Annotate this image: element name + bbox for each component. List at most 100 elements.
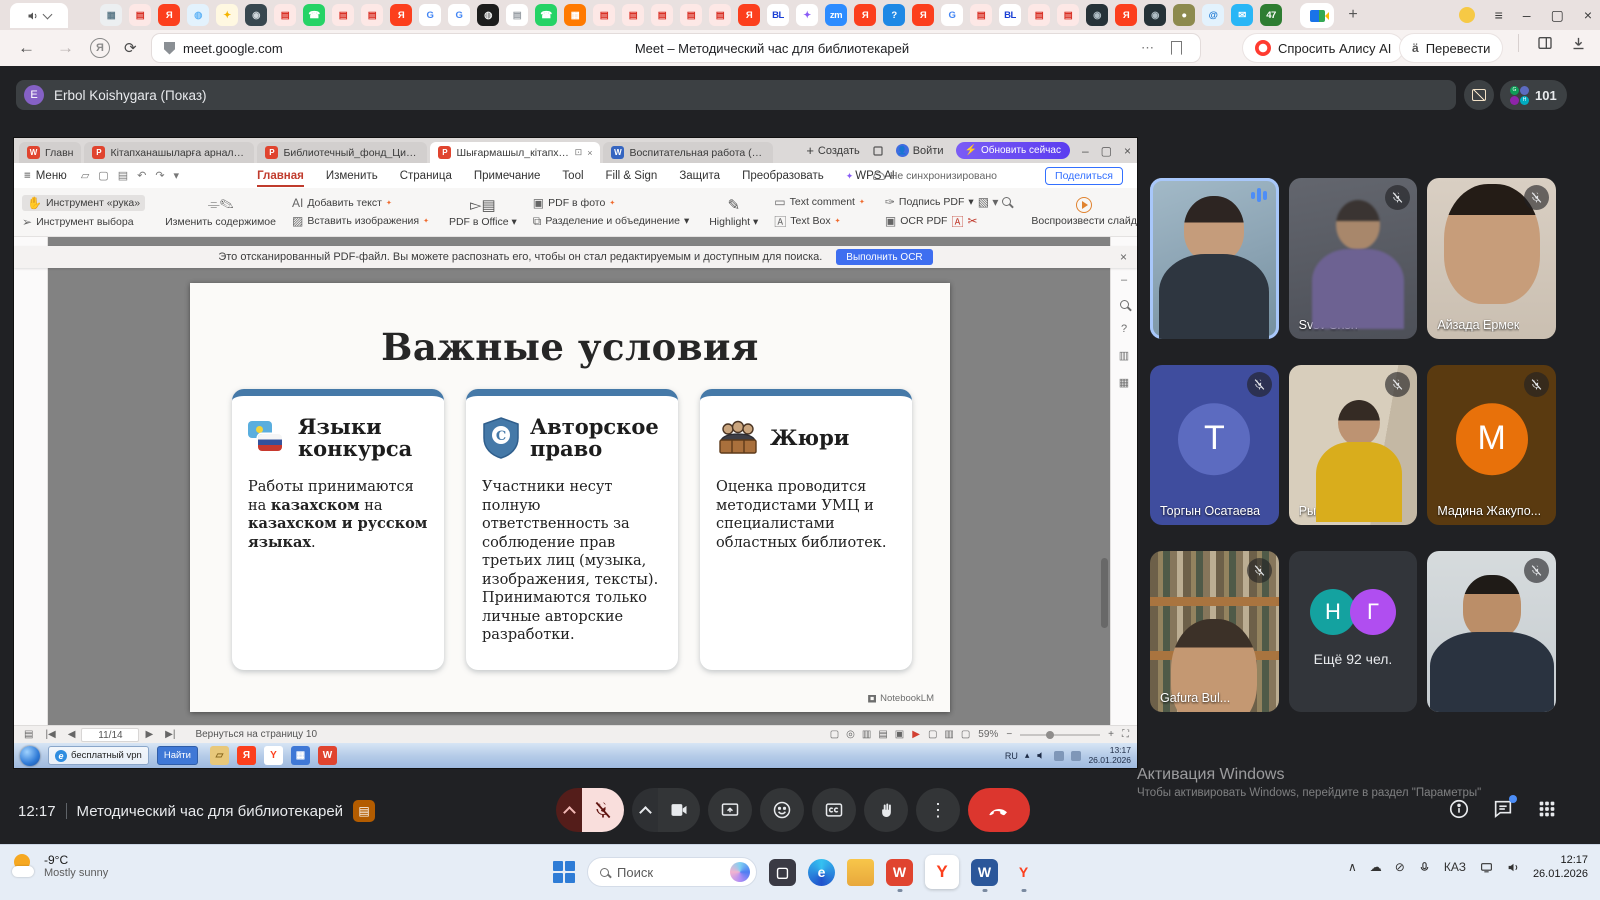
split-merge-button[interactable]: ⧉Разделение и объединение▾ [533,214,689,229]
pinned-tab[interactable]: ? [883,4,905,26]
help-icon[interactable]: ? [1121,323,1127,335]
pinned-tab[interactable]: ◍ [187,4,209,26]
forward-button[interactable]: → [57,38,74,58]
taskbar-search[interactable]: Поиск [587,857,757,887]
meeting-details-icon[interactable] [1448,798,1470,820]
pinned-tab[interactable]: Я [158,4,180,26]
taskbar-app-icon[interactable]: Y [264,746,283,765]
shared-clock[interactable]: 13:1726.01.2026 [1088,746,1131,766]
app-icon-wps[interactable]: W [886,859,913,886]
undo-icon[interactable]: ↶ [137,169,146,182]
language-indicator[interactable]: RU [1005,751,1018,761]
pinned-tab[interactable]: ◉ [1144,4,1166,26]
wps-restore-button[interactable]: ▢ [1101,144,1112,158]
participant-tile[interactable]: М Мадина Жакупо... [1427,365,1556,526]
app-icon-window[interactable]: ▢ [769,859,796,886]
wps-login-button[interactable]: 👤Войти [896,144,944,157]
pinned-tab[interactable]: ☎ [303,4,325,26]
taskbar-clock[interactable]: 12:1726.01.2026 [1533,853,1588,882]
wps-ribbon-tab[interactable]: Fill & Sign [606,166,658,186]
url-input[interactable]: meet.google.com Meet – Методический час … [152,34,1200,62]
save-icon[interactable]: ▢ [98,169,108,182]
pinned-tab[interactable]: ▦ [100,4,122,26]
crop-icon[interactable]: ✂ [967,214,977,228]
weather-widget[interactable]: -9°CMostly sunny [12,853,108,879]
pinned-tab[interactable]: G [941,4,963,26]
ocr-pdf-button[interactable]: ▣OCR PDF🄰✂ [885,213,1012,230]
wps-document-tab[interactable]: W Воспитательная работа (1) (1).do [603,142,773,163]
participant-tile[interactable]: Рымбала ... [1289,365,1418,526]
app-icon-word[interactable]: W [971,859,998,886]
wps-main-menu-button[interactable]: ≡Меню [24,170,67,182]
tray-icon[interactable]: ⊘ [1395,860,1405,874]
volume-icon[interactable] [1507,861,1520,874]
edit-content-button[interactable]: ⌯✎Изменить содержимое [157,196,284,228]
activities-icon[interactable] [1536,798,1558,820]
speaker-icon[interactable] [1036,750,1047,761]
redo-icon[interactable]: ↷ [155,169,164,182]
view-option-icon[interactable]: ▥ [944,729,953,740]
font-icon[interactable]: 🄰 [951,213,963,230]
pinned-tab[interactable]: ▤ [651,4,673,26]
vertical-scrollbar-thumb[interactable] [1101,558,1108,628]
pinned-tab[interactable]: ◍ [477,4,499,26]
new-tab-button[interactable]: + [1342,4,1364,26]
mic-mute-button[interactable] [582,788,624,832]
taskbar-app-icon[interactable]: ▱ [210,746,229,765]
yandex-id-icon[interactable]: Я [90,38,110,58]
side-panel-icon[interactable] [1537,35,1553,51]
search-icon[interactable] [1002,197,1011,206]
app-icon-yandex-start[interactable]: Y [1010,859,1037,886]
omnibox-more-button[interactable]: ⋯ [1141,40,1154,56]
close-tab-icon[interactable]: × [587,148,592,158]
reactions-button[interactable] [760,788,804,832]
participant-tile[interactable]: Gafura Bul... [1150,551,1279,712]
pinned-tab[interactable]: ▤ [361,4,383,26]
wps-document-tab[interactable]: P Шығармашыл_кітапханашы ⊡ × [430,142,600,163]
view-mode-icon[interactable]: ◎ [846,729,855,740]
search-icon[interactable] [1120,300,1129,309]
thumbnails-icon[interactable]: ▦ [1119,376,1129,389]
downloads-icon[interactable] [1571,36,1586,51]
return-to-page-link[interactable]: Вернуться на страницу 10 [195,729,317,740]
pinned-tab[interactable]: ▤ [970,4,992,26]
pinned-tab[interactable]: ▤ [332,4,354,26]
pinned-tab[interactable]: ✦ [216,4,238,26]
network-icon[interactable] [1479,861,1494,874]
app-icon-explorer[interactable] [847,859,874,886]
wps-new-document-button[interactable]: +Создать [806,143,859,158]
view-mode-icon[interactable]: ▤ [878,729,887,740]
pinned-tab[interactable]: zm [825,4,847,26]
pinned-tab[interactable]: BL [999,4,1021,26]
wps-ribbon-tab[interactable]: Tool [562,166,583,186]
first-page-button[interactable]: |◀ [45,729,55,740]
sign-pdf-button[interactable]: ✑Подпись PDF▾▧ ▾ [885,195,1012,209]
prev-page-button[interactable]: ◀ [68,729,76,740]
close-button[interactable]: × [1584,7,1592,23]
start-button[interactable] [553,861,575,883]
view-mode-icon[interactable]: ▥ [862,729,871,740]
zoom-percentage[interactable]: 59% [978,729,998,740]
thumbnail-toggle-icon[interactable]: ▤ [24,729,33,740]
stamp-icon[interactable]: ▧ ▾ [978,195,999,209]
vpn-app-button[interactable]: eбесплатный vpn [48,746,149,765]
hand-tool-button[interactable]: ✋Инструмент «рука» [22,195,145,211]
text-comment-button[interactable]: ▭Text comment✦ [774,195,865,209]
tray-expand-icon[interactable]: ▴ [1025,750,1030,761]
restore-button[interactable]: ▢ [1551,7,1564,24]
view-mode-icon[interactable]: ▣ [895,729,904,740]
participant-tile[interactable]: Svsv Shsh [1289,178,1418,339]
pinned-tab[interactable]: Я [738,4,760,26]
tray-icon[interactable]: ☁ [1370,860,1382,874]
pinned-tab[interactable]: ✉ [1231,4,1253,26]
print-icon[interactable]: ▤ [118,169,128,182]
reload-button[interactable]: ⟳ [124,39,137,57]
site-security-icon[interactable] [164,42,175,55]
wps-ribbon-tab[interactable]: Примечание [474,166,541,186]
page-number-input[interactable]: 11/14 [81,728,139,742]
pinned-tab[interactable]: ▤ [506,4,528,26]
play-slide-icon[interactable]: ▶ [912,729,920,740]
pdf-to-photo-button[interactable]: ▣PDF в фото✦ [533,196,689,210]
pinned-tab[interactable]: ▤ [1057,4,1079,26]
active-sound-tab[interactable] [10,3,68,28]
